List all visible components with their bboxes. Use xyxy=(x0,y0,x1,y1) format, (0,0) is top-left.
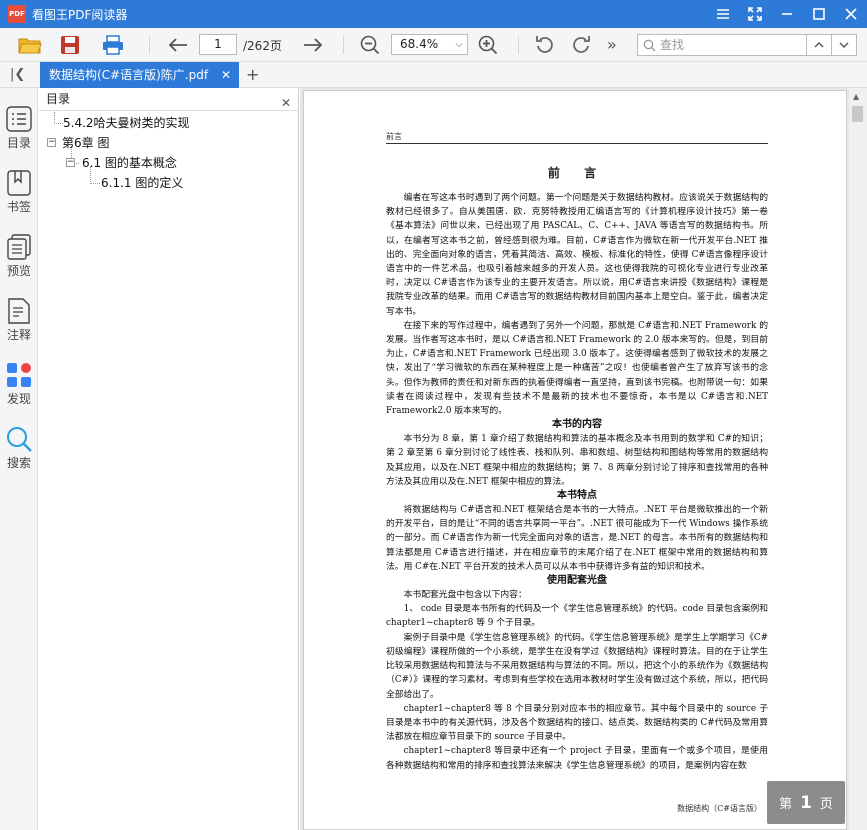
paragraph: 本书分为 8 章，第 1 章介绍了数据结构和算法的基本概念及本书用到的数学和 C… xyxy=(386,434,768,487)
scroll-thumb[interactable] xyxy=(852,106,863,122)
sidebar-rail: 目录 书签 预览 注释 发现 搜索 xyxy=(0,88,38,830)
outline-item[interactable]: 6.1.1 图的定义 xyxy=(101,174,183,191)
bookmark-icon xyxy=(7,170,31,196)
running-head: 前言 xyxy=(386,131,768,144)
paragraph: 本书配套光盘中包含以下内容： xyxy=(403,590,527,601)
sidebar-item-search[interactable]: 搜索 xyxy=(0,426,38,486)
save-icon[interactable] xyxy=(58,33,82,57)
paragraph: chapter1~chapter8 等 8 个目录分别对应本书的相应章节。其中每… xyxy=(386,703,768,743)
sidebar-item-outline[interactable]: 目录 xyxy=(0,106,38,166)
collapse-toggle-icon[interactable]: − xyxy=(47,138,56,147)
search-prev-button[interactable] xyxy=(806,34,832,56)
close-tab-icon[interactable]: ✕ xyxy=(221,62,231,88)
app-logo-icon: PDF xyxy=(8,5,26,23)
page-indicator-badge: 第 1 页 xyxy=(767,781,845,824)
toolbar-divider xyxy=(343,36,344,54)
list-icon xyxy=(6,106,32,132)
menu-icon[interactable] xyxy=(707,0,739,28)
more-tools-icon[interactable]: » xyxy=(607,35,617,54)
outline-item[interactable]: 5.4.2哈夫曼树类的实现 xyxy=(63,114,190,131)
section-heading: 本书的内容 xyxy=(552,419,602,431)
tree-connector xyxy=(90,183,100,184)
running-foot: 数据结构（C#语言版） xyxy=(677,804,762,813)
sidebar-item-notes[interactable]: 注释 xyxy=(0,298,38,358)
outline-title: 目录 xyxy=(46,92,71,106)
page-indicator-prefix: 第 xyxy=(779,797,793,812)
sidebar-item-preview[interactable]: 预览 xyxy=(0,234,38,294)
paragraph: 案例子目录中是《学生信息管理系统》的代码。《学生信息管理系统》是学生上学期学习《… xyxy=(386,632,768,700)
page-indicator-number: 1 xyxy=(800,792,812,813)
toolbar-divider xyxy=(518,36,519,54)
page-title: 前 言 xyxy=(547,166,607,180)
sidebar-item-label: 预览 xyxy=(6,264,31,278)
scroll-up-icon[interactable]: ▲ xyxy=(853,92,859,101)
sidebar-item-label: 发现 xyxy=(6,392,31,406)
outline-panel: 目录 ✕ 5.4.2哈夫曼树类的实现 − 第6章 图 − 6.1 图的基本概念 … xyxy=(39,88,299,830)
close-window-icon[interactable] xyxy=(835,0,867,28)
paragraph: 编者在写这本书时遇到了两个问题。第一个问题是关于数据结构教材。应该说关于数据结构… xyxy=(386,193,768,317)
zoom-value: 68.4% xyxy=(400,37,439,51)
note-icon xyxy=(8,298,30,324)
rotate-right-icon[interactable] xyxy=(569,33,593,57)
maximize-icon[interactable] xyxy=(803,0,835,28)
paragraph: chapter1~chapter8 等目录中还有一个 project 子目录，里… xyxy=(386,746,768,771)
pdf-page: 前言 前 言 编者在写这本书时遇到了两个问题。第一个问题是关于数据结构教材。应该… xyxy=(303,90,847,830)
sidebar-item-label: 搜索 xyxy=(6,456,31,470)
search-next-button[interactable] xyxy=(831,34,857,56)
page-number-input[interactable]: 1 xyxy=(199,34,237,55)
next-page-icon[interactable] xyxy=(301,33,325,57)
minimize-icon[interactable] xyxy=(771,0,803,28)
outline-item[interactable]: 第6章 图 xyxy=(62,134,109,151)
print-icon[interactable] xyxy=(101,33,125,57)
page-total-label: /262页 xyxy=(243,39,282,53)
close-panel-icon[interactable]: ✕ xyxy=(281,92,291,115)
app-title: 看图王PDF阅读器 xyxy=(32,7,128,22)
paragraph: 在接下来的写作过程中，编者遇到了另外一个问题，那就是 C#语言和.NET Fra… xyxy=(386,320,768,417)
section-heading: 本书特点 xyxy=(557,490,597,502)
toolbar-divider xyxy=(149,36,150,54)
rotate-left-icon[interactable] xyxy=(533,33,557,57)
zoom-out-icon[interactable] xyxy=(358,33,382,57)
sidebar-item-discover[interactable]: 发现 xyxy=(0,362,38,422)
page-body: 编者在写这本书时遇到了两个问题。第一个问题是关于数据结构教材。应该说关于数据结构… xyxy=(386,191,768,773)
chevron-down-icon: ⌵ xyxy=(455,39,463,50)
sidebar-item-label: 目录 xyxy=(6,136,31,150)
sidebar-item-label: 书签 xyxy=(6,200,31,214)
tab-label: 数据结构(C#语言版)陈广.pdf xyxy=(49,68,209,82)
window-controls xyxy=(707,0,867,28)
zoom-select[interactable]: 68.4% ⌵ xyxy=(391,34,468,55)
vertical-scrollbar[interactable]: ▲ xyxy=(849,88,867,830)
paragraph: 1、 code 目录是本书所有的代码及一个《学生信息管理系统》的代码。code … xyxy=(386,604,768,629)
outline-item[interactable]: 6.1 图的基本概念 xyxy=(82,154,177,171)
main-toolbar: 1 /262页 68.4% ⌵ » 查找 xyxy=(0,28,867,62)
document-view[interactable]: 前言 前 言 编者在写这本书时遇到了两个问题。第一个问题是关于数据结构教材。应该… xyxy=(300,88,867,830)
open-folder-icon[interactable] xyxy=(18,33,42,57)
prev-page-icon[interactable] xyxy=(166,33,190,57)
sidebar-item-label: 注释 xyxy=(6,328,31,342)
collapse-sidebar-icon[interactable]: |❮ xyxy=(10,67,25,82)
page-indicator-suffix: 页 xyxy=(819,797,833,812)
outline-header: 目录 ✕ xyxy=(39,88,298,111)
search-placeholder: 查找 xyxy=(660,38,685,52)
collapse-toggle-icon[interactable]: − xyxy=(66,158,75,167)
search-icon xyxy=(7,427,32,452)
add-tab-icon[interactable]: + xyxy=(246,65,259,84)
zoom-in-icon[interactable] xyxy=(476,33,500,57)
sidebar-item-bookmarks[interactable]: 书签 xyxy=(0,170,38,230)
tab-bar: |❮ 数据结构(C#语言版)陈广.pdf ✕ + xyxy=(0,62,867,88)
section-heading: 使用配套光盘 xyxy=(547,575,607,587)
tab-document[interactable]: 数据结构(C#语言版)陈广.pdf ✕ xyxy=(40,62,239,88)
pdf-reader-window: PDF 看图王PDF阅读器 1 /262页 68.4% ⌵ » 查找 |❮ 数据… xyxy=(0,0,867,830)
paragraph: 将数据结构与 C#语言和.NET 框架结合是本书的一大特点。.NET 平台是微软… xyxy=(386,505,768,572)
title-bar: PDF 看图王PDF阅读器 xyxy=(0,0,867,28)
fullscreen-icon[interactable] xyxy=(739,0,771,28)
tree-connector xyxy=(54,123,63,124)
search-input[interactable]: 查找 xyxy=(637,34,807,56)
pages-icon xyxy=(7,234,31,260)
apps-icon xyxy=(7,363,31,387)
